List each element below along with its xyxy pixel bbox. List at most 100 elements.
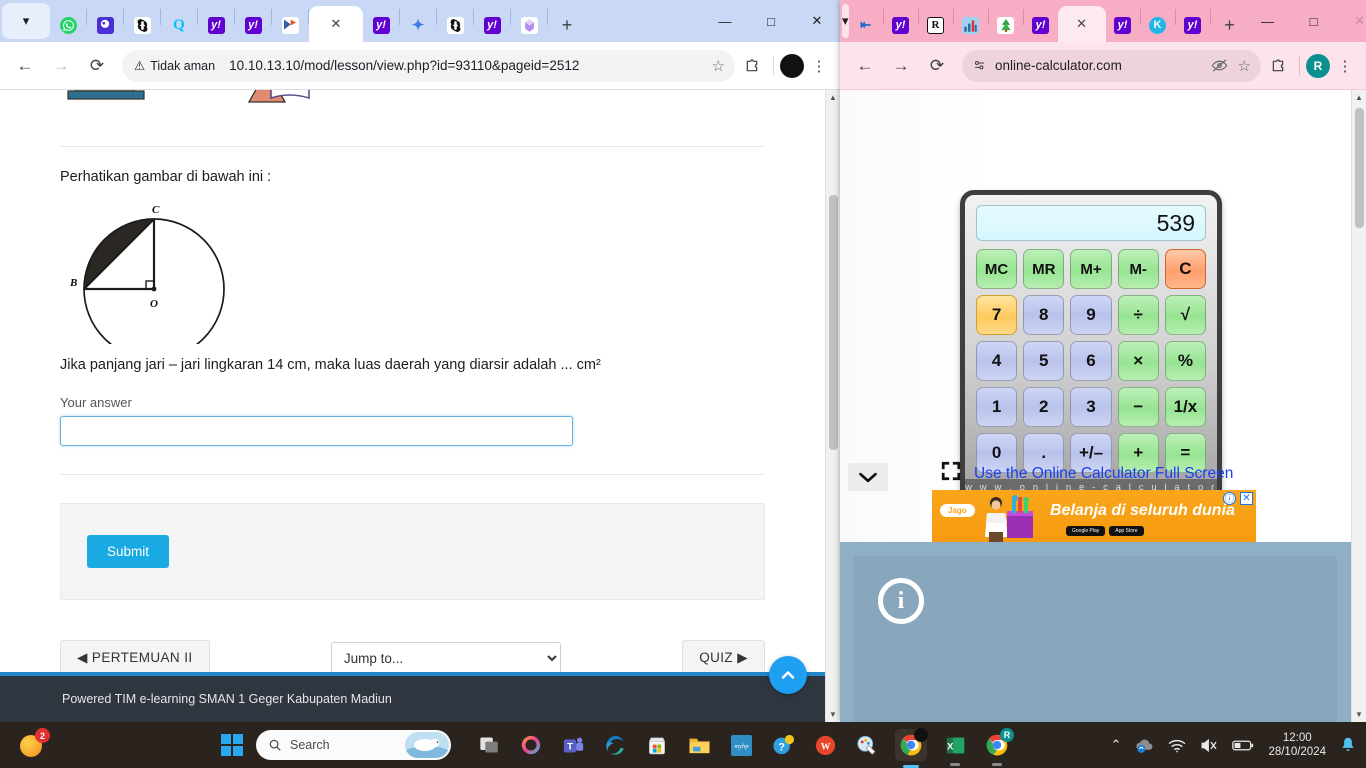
bookmark-star-icon[interactable]: ☆ — [712, 57, 725, 75]
calc-key-sqrt[interactable]: √ — [1164, 295, 1206, 335]
tab-chatgpt[interactable] — [124, 8, 160, 42]
calc-key-7[interactable]: 7 — [976, 295, 1018, 335]
back-button[interactable]: ← — [848, 49, 882, 83]
extensions-puzzle-icon[interactable] — [1263, 51, 1293, 81]
advertisement-banner[interactable]: Jago Belanja di seluruh dunia Google Pla… — [932, 490, 1256, 542]
microsoft-edge-button[interactable] — [601, 731, 629, 759]
microsoft-excel-button[interactable]: X — [941, 731, 969, 766]
wps-office-button[interactable]: W — [811, 731, 839, 759]
tab-quizizz-q[interactable]: Q — [161, 8, 197, 42]
wifi-icon[interactable] — [1168, 738, 1186, 753]
paint-button[interactable] — [853, 731, 881, 759]
app-store-badge[interactable]: App Store — [1109, 526, 1144, 536]
minimize-button[interactable]: — — [702, 1, 748, 41]
start-button[interactable] — [218, 731, 246, 759]
tab-search-chevron-down-icon[interactable]: ▾ — [2, 3, 50, 39]
address-bar[interactable]: online-calculator.com ☆ — [962, 49, 1261, 82]
back-button[interactable]: ← — [8, 49, 42, 83]
answer-input[interactable] — [60, 416, 573, 446]
reload-button[interactable]: ⟳ — [920, 49, 954, 83]
clock[interactable]: 12:00 28/10/2024 — [1268, 731, 1326, 760]
task-view-button[interactable] — [475, 731, 503, 759]
calc-key-4[interactable]: 4 — [976, 341, 1018, 381]
maximize-button[interactable]: □ — [748, 1, 794, 41]
collapse-chevron-down-icon[interactable] — [848, 463, 888, 491]
google-chrome-active-button[interactable] — [895, 728, 928, 768]
scrollbar-thumb[interactable] — [829, 195, 838, 450]
taskbar-search[interactable]: Search — [256, 730, 451, 760]
tab-yahoo-d[interactable]: y! — [1176, 8, 1210, 42]
calc-key-1[interactable]: 1 — [976, 387, 1018, 427]
scroll-to-top-button[interactable] — [769, 656, 807, 694]
calc-key-mc[interactable]: MC — [976, 249, 1018, 289]
help-support-button[interactable]: ? — [769, 731, 797, 759]
calc-key-multiply[interactable]: × — [1117, 341, 1159, 381]
next-quiz-button[interactable]: QUIZ ▶ — [682, 640, 765, 676]
calc-key-3[interactable]: 3 — [1070, 387, 1112, 427]
google-chrome-profile-r-button[interactable]: R — [983, 728, 1014, 766]
calc-key-mr[interactable]: MR — [1023, 249, 1065, 289]
browser-menu-icon[interactable]: ⋮ — [1332, 51, 1358, 81]
ad-store-badges[interactable]: Google Play App Store — [1066, 526, 1144, 536]
calc-key-divide[interactable]: ÷ — [1117, 295, 1159, 335]
file-explorer-button[interactable] — [685, 731, 713, 759]
address-bar[interactable]: ⚠ Tidak aman 10.10.13.10/mod/lesson/view… — [122, 49, 735, 82]
submit-button[interactable]: Submit — [87, 535, 170, 568]
scroll-down-arrow[interactable]: ▼ — [829, 707, 837, 722]
not-secure-indicator[interactable]: ⚠ Tidak aman — [134, 58, 215, 74]
tab-yahoo-a[interactable]: y! — [884, 8, 918, 42]
calc-key-m-minus[interactable]: M- — [1117, 249, 1159, 289]
my-hp-button[interactable]: myhp — [727, 731, 755, 759]
new-tab-button[interactable]: + — [552, 8, 582, 42]
close-window-button[interactable]: ✕ — [1337, 1, 1366, 41]
right-page-scrollbar[interactable]: ▲ ▼ — [1351, 90, 1366, 722]
tab-yahoo-c[interactable]: y! — [1106, 8, 1140, 42]
forward-button[interactable]: → — [44, 49, 78, 83]
minimize-button[interactable]: — — [1245, 1, 1291, 41]
calc-key-6[interactable]: 6 — [1070, 341, 1112, 381]
prev-page-button[interactable]: ◀ PERTEMUAN II — [60, 640, 210, 676]
tab-yahoo-3[interactable]: y! — [363, 8, 399, 42]
tab-copilot[interactable]: ✦ — [400, 8, 436, 42]
google-play-badge[interactable]: Google Play — [1066, 526, 1106, 536]
calc-key-8[interactable]: 8 — [1023, 295, 1065, 335]
calc-key-m-plus[interactable]: M+ — [1070, 249, 1112, 289]
close-window-button[interactable]: ✕ — [794, 1, 840, 41]
tab-rakuten[interactable]: R — [919, 8, 953, 42]
calc-key-percent[interactable]: % — [1164, 341, 1206, 381]
maximize-button[interactable]: □ — [1291, 1, 1337, 41]
tab-yahoo-4[interactable]: y! — [474, 8, 510, 42]
scroll-down-arrow[interactable]: ▼ — [1355, 707, 1363, 722]
tab-gem[interactable] — [511, 8, 547, 42]
profile-avatar[interactable]: R — [1306, 53, 1330, 78]
microsoft-teams-button[interactable]: T — [559, 731, 587, 759]
tab-yahoo-2[interactable]: y! — [235, 8, 271, 42]
new-tab-button[interactable]: + — [1215, 8, 1245, 42]
extensions-puzzle-icon[interactable] — [737, 51, 767, 81]
tab-yahoo-1[interactable]: y! — [198, 8, 234, 42]
profile-avatar[interactable] — [780, 53, 804, 78]
scroll-up-arrow[interactable]: ▲ — [1355, 90, 1363, 105]
ad-close-icon[interactable]: ✕ — [1240, 492, 1253, 505]
close-icon[interactable]: ✕ — [331, 16, 342, 32]
forward-button[interactable]: → — [884, 49, 918, 83]
tab-quizizz-purple[interactable] — [87, 8, 123, 42]
calc-key-2[interactable]: 2 — [1023, 387, 1065, 427]
microsoft-store-button[interactable] — [643, 731, 671, 759]
calc-key-5[interactable]: 5 — [1023, 341, 1065, 381]
calc-key-9[interactable]: 9 — [1070, 295, 1112, 335]
tab-fm-chart[interactable] — [954, 8, 988, 42]
reload-button[interactable]: ⟳ — [80, 49, 114, 83]
tab-whatsapp[interactable] — [50, 8, 86, 42]
site-settings-tune-icon[interactable] — [972, 58, 987, 73]
scrollbar-thumb[interactable] — [1355, 108, 1364, 228]
calc-key-reciprocal[interactable]: 1/x — [1164, 387, 1206, 427]
calc-key-clear[interactable]: C — [1164, 249, 1206, 289]
bookmark-star-icon[interactable]: ☆ — [1238, 57, 1251, 75]
onedrive-sync-icon[interactable] — [1135, 737, 1154, 753]
scroll-up-arrow[interactable]: ▲ — [829, 90, 837, 105]
jump-to-select[interactable]: Jump to... — [330, 642, 561, 674]
tray-overflow-button[interactable]: ⌃ — [1111, 737, 1122, 753]
tab-chatgpt-2[interactable] — [437, 8, 473, 42]
fullscreen-calculator-link[interactable]: Use the Online Calculator Full Screen — [940, 460, 1233, 487]
